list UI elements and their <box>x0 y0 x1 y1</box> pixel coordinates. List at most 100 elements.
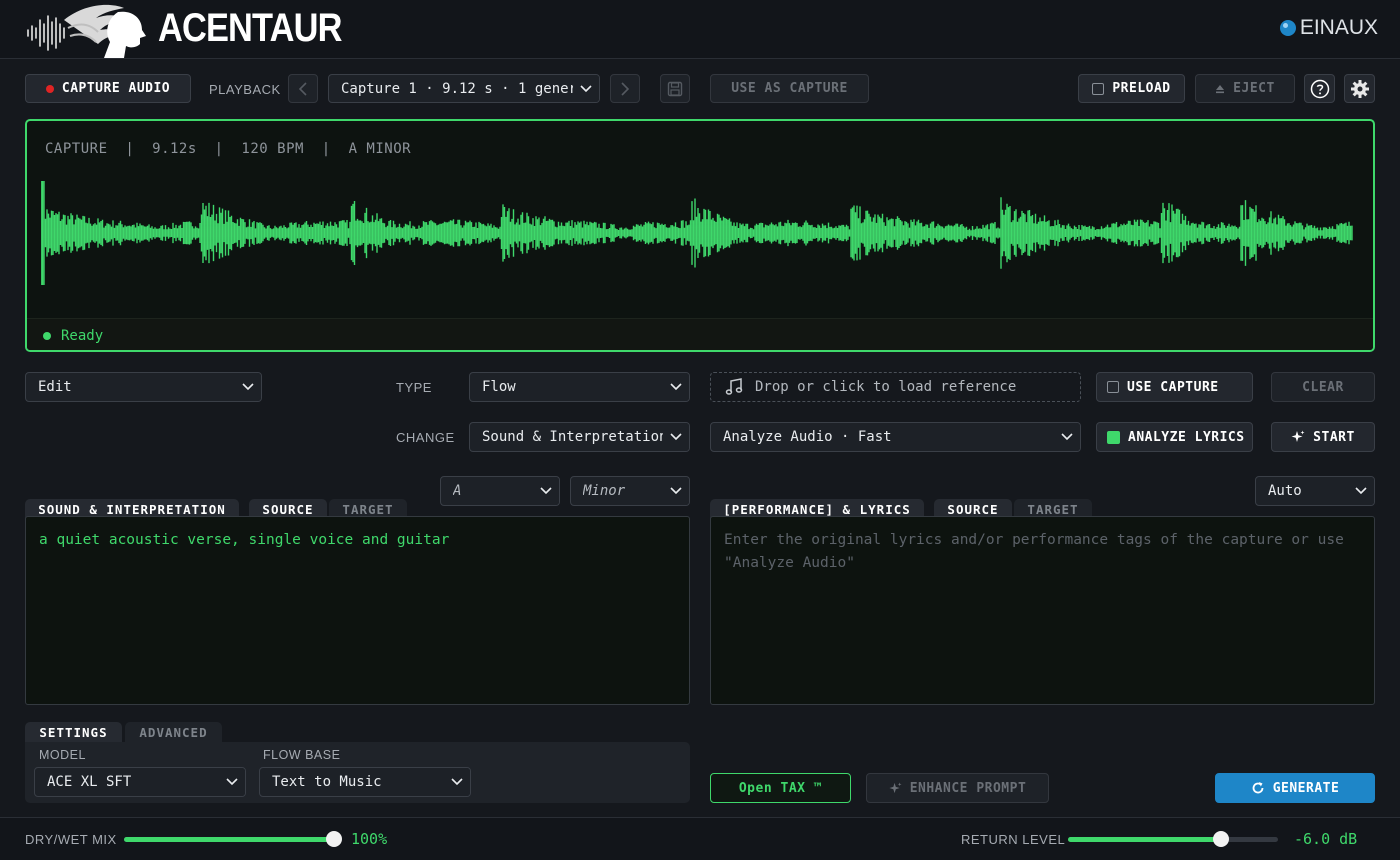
status-bar: Ready <box>27 318 1373 350</box>
generate-label: GENERATE <box>1272 780 1340 796</box>
type-label: TYPE <box>396 380 432 395</box>
scale-select[interactable]: Minor <box>570 476 690 506</box>
use-capture-checkbox[interactable] <box>1107 381 1119 393</box>
key-select-value: A <box>453 483 462 499</box>
help-icon <box>1310 79 1329 98</box>
previous-capture-button[interactable] <box>288 74 318 103</box>
save-icon <box>667 81 683 96</box>
mode-select[interactable]: Edit <box>25 372 262 402</box>
open-tax-button[interactable]: Open TAX ™ <box>710 773 851 803</box>
refresh-icon <box>1252 782 1264 794</box>
lyrics-placeholder: Enter the original lyrics and/or perform… <box>724 532 1344 571</box>
use-capture-label: USE CAPTURE <box>1127 379 1219 395</box>
chevron-left-icon <box>298 81 307 96</box>
chevron-down-icon <box>219 768 245 796</box>
clear-button[interactable]: CLEAR <box>1271 372 1375 402</box>
scale-select-value: Minor <box>583 483 626 499</box>
generate-button[interactable]: GENERATE <box>1215 773 1375 803</box>
open-tax-label: Open TAX ™ <box>738 780 823 796</box>
lyrics-textarea[interactable]: Enter the original lyrics and/or perform… <box>710 516 1375 705</box>
chevron-down-icon <box>663 423 689 451</box>
type-select[interactable]: Flow <box>469 372 690 402</box>
clear-label: CLEAR <box>1302 379 1344 395</box>
sparkle-icon <box>889 781 902 793</box>
settings-panel: MODEL ACE XL SFT FLOW BASE Text to Music <box>25 742 690 803</box>
app-header: ACENTAUR EINAUX <box>0 0 1400 59</box>
chevron-down-icon <box>663 373 689 401</box>
dry-wet-label: DRY/WET MIX <box>25 832 117 847</box>
centaur-logo-icon <box>27 4 146 58</box>
eject-icon <box>1216 84 1225 93</box>
flow-base-label: FLOW BASE <box>263 748 341 762</box>
use-capture-toggle[interactable]: USE CAPTURE <box>1096 372 1253 402</box>
eject-label: EJECT <box>1233 81 1275 96</box>
chevron-down-icon <box>663 477 689 505</box>
return-level-fill <box>1068 837 1222 842</box>
capture-select-value: Capture 1 · 9.12 s · 1 generation <box>341 80 573 97</box>
preload-checkbox[interactable] <box>1092 82 1105 95</box>
flow-base-select[interactable]: Text to Music <box>259 767 471 797</box>
sound-prompt-text: a quiet acoustic verse, single voice and… <box>39 532 450 548</box>
model-select-value: ACE XL SFT <box>47 774 132 790</box>
dry-wet-thumb[interactable] <box>326 831 342 847</box>
partner-name: EINAUX <box>1299 16 1378 39</box>
analyze-lyrics-toggle[interactable]: ANALYZE LYRICS <box>1096 422 1253 452</box>
capture-audio-label: CAPTURE AUDIO <box>61 81 171 96</box>
eject-button[interactable]: EJECT <box>1195 74 1295 103</box>
dry-wet-value: 100% <box>351 830 388 848</box>
analyze-lyrics-label: ANALYZE LYRICS <box>1128 429 1245 445</box>
enhance-prompt-label: ENHANCE PROMPT <box>909 780 1027 796</box>
capture-select[interactable]: Capture 1 · 9.12 s · 1 generation <box>328 74 600 103</box>
partner-logo-icon <box>1279 20 1296 36</box>
tab-settings[interactable]: SETTINGS <box>25 722 122 742</box>
chevron-down-icon <box>235 373 261 401</box>
capture-audio-button[interactable]: CAPTURE AUDIO <box>25 74 191 103</box>
partner-logo: EINAUX <box>1279 16 1378 40</box>
model-label: MODEL <box>39 748 86 762</box>
analyze-mode-value: Analyze Audio · Fast <box>723 429 892 445</box>
sound-prompt-textarea[interactable]: a quiet acoustic verse, single voice and… <box>25 516 690 705</box>
chevron-right-icon <box>621 81 630 96</box>
reference-placeholder: Drop or click to load reference <box>755 379 1017 395</box>
record-icon <box>45 84 54 93</box>
start-button[interactable]: START <box>1271 422 1375 452</box>
change-select[interactable]: Sound & Interpretation <box>469 422 690 452</box>
next-capture-button[interactable] <box>610 74 640 103</box>
flow-base-value: Text to Music <box>272 774 382 790</box>
model-select[interactable]: ACE XL SFT <box>34 767 246 797</box>
chevron-down-icon <box>1348 477 1374 505</box>
mix-footer: DRY/WET MIX 100% RETURN LEVEL -6.0 dB <box>0 817 1400 860</box>
chevron-down-icon <box>1054 423 1080 451</box>
sparkle-icon <box>1291 430 1305 442</box>
use-as-capture-label: USE AS CAPTURE <box>731 81 848 96</box>
waveform[interactable] <box>41 175 1361 295</box>
preload-toggle[interactable]: PRELOAD <box>1078 74 1185 103</box>
waveform-panel[interactable]: CAPTURE | 9.12s | 120 BPM | A MINOR Read… <box>25 119 1375 352</box>
status-dot <box>43 331 51 340</box>
preload-label: PRELOAD <box>1112 81 1171 96</box>
reference-dropzone[interactable]: Drop or click to load reference <box>710 372 1081 402</box>
help-button[interactable] <box>1304 74 1335 103</box>
change-label: CHANGE <box>396 430 455 445</box>
tab-advanced[interactable]: ADVANCED <box>125 722 222 742</box>
language-select[interactable]: Auto <box>1255 476 1375 506</box>
return-level-value: -6.0 dB <box>1294 830 1358 848</box>
dry-wet-fill <box>124 837 334 842</box>
return-level-slider[interactable] <box>1068 831 1278 847</box>
enhance-prompt-button[interactable]: ENHANCE PROMPT <box>866 773 1049 803</box>
return-level-thumb[interactable] <box>1213 831 1230 847</box>
analyze-mode-select[interactable]: Analyze Audio · Fast <box>710 422 1081 452</box>
key-select[interactable]: A <box>440 476 560 506</box>
waveform-trace <box>41 181 1353 285</box>
status-text: Ready <box>61 327 104 344</box>
analyze-lyrics-checkbox[interactable] <box>1107 430 1120 444</box>
save-capture-button[interactable] <box>660 74 690 103</box>
chevron-down-icon <box>573 75 599 102</box>
settings-button[interactable] <box>1344 74 1375 103</box>
playback-label: PLAYBACK <box>209 82 281 97</box>
return-level-label: RETURN LEVEL <box>961 832 1066 847</box>
dry-wet-slider[interactable] <box>124 831 342 847</box>
chevron-down-icon <box>444 768 470 796</box>
type-select-value: Flow <box>482 379 516 395</box>
use-as-capture-button[interactable]: USE AS CAPTURE <box>710 74 869 103</box>
